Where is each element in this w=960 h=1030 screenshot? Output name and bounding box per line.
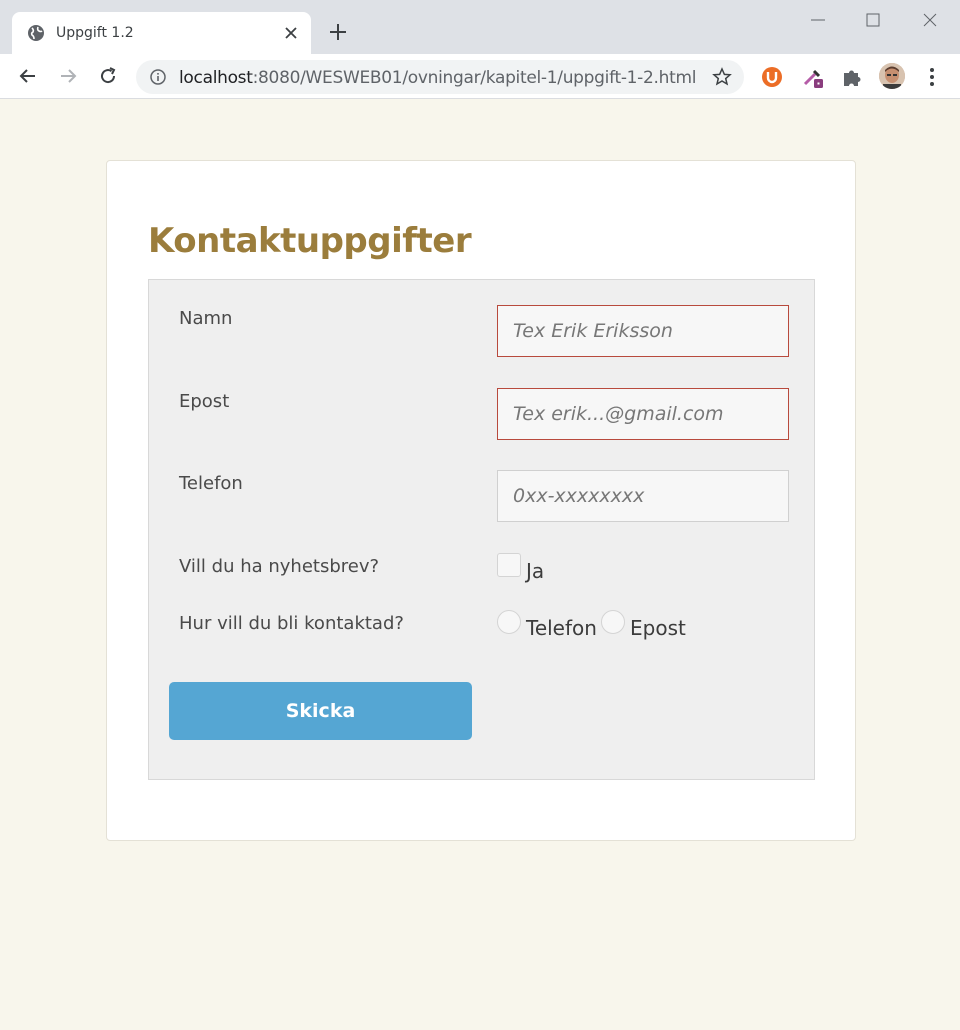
contact-phone-radio[interactable] [497,610,521,634]
url-text: localhost:8080/WESWEB01/ovningar/kapitel… [179,68,696,88]
forward-icon[interactable] [57,65,79,87]
contact-email-radio[interactable] [601,610,625,634]
url-host: localhost [179,68,253,88]
maximize-icon[interactable] [863,10,883,30]
email-input[interactable] [497,388,789,440]
menu-icon[interactable] [922,66,942,88]
email-label: Epost [179,391,230,412]
phone-label: Telefon [179,473,243,494]
browser-tab[interactable]: Uppgift 1.2 [12,12,311,54]
address-bar[interactable]: localhost:8080/WESWEB01/ovningar/kapitel… [136,60,744,94]
minimize-icon[interactable] [808,10,828,30]
newsletter-option-label: Ja [526,559,545,583]
star-icon[interactable] [712,67,732,87]
tab-title: Uppgift 1.2 [56,25,134,41]
close-tab-icon[interactable] [282,24,300,42]
url-path: :8080/WESWEB01/ovningar/kapitel-1/uppgif… [252,68,697,88]
name-input[interactable] [497,305,789,357]
newsletter-label: Vill du ha nyhetsbrev? [179,556,380,577]
newsletter-checkbox[interactable] [497,553,521,577]
name-label: Namn [179,308,233,329]
contact-method-label: Hur vill du bli kontaktad? [179,613,404,634]
reload-icon[interactable] [97,65,119,87]
browser-toolbar: localhost:8080/WESWEB01/ovningar/kapitel… [0,54,960,99]
info-icon[interactable] [150,69,166,85]
submit-button[interactable]: Skicka [169,682,472,740]
contact-phone-option: Telefon [526,616,597,640]
puzzle-icon[interactable] [841,66,863,88]
back-icon[interactable] [17,65,39,87]
phone-input[interactable] [497,470,789,522]
ublock-icon[interactable] [761,66,783,88]
contact-card: Kontaktuppgifter Namn Epost Telefon Vill… [106,160,856,841]
contact-email-option: Epost [630,616,686,640]
tab-strip: Uppgift 1.2 [0,0,960,54]
new-tab-icon[interactable] [326,20,350,44]
eyedropper-icon[interactable] [802,66,824,88]
globe-icon [28,25,44,41]
page-title: Kontaktuppgifter [148,221,472,261]
contact-form: Namn Epost Telefon Vill du ha nyhetsbrev… [148,279,815,780]
close-window-icon[interactable] [920,10,940,30]
avatar[interactable] [879,63,905,89]
